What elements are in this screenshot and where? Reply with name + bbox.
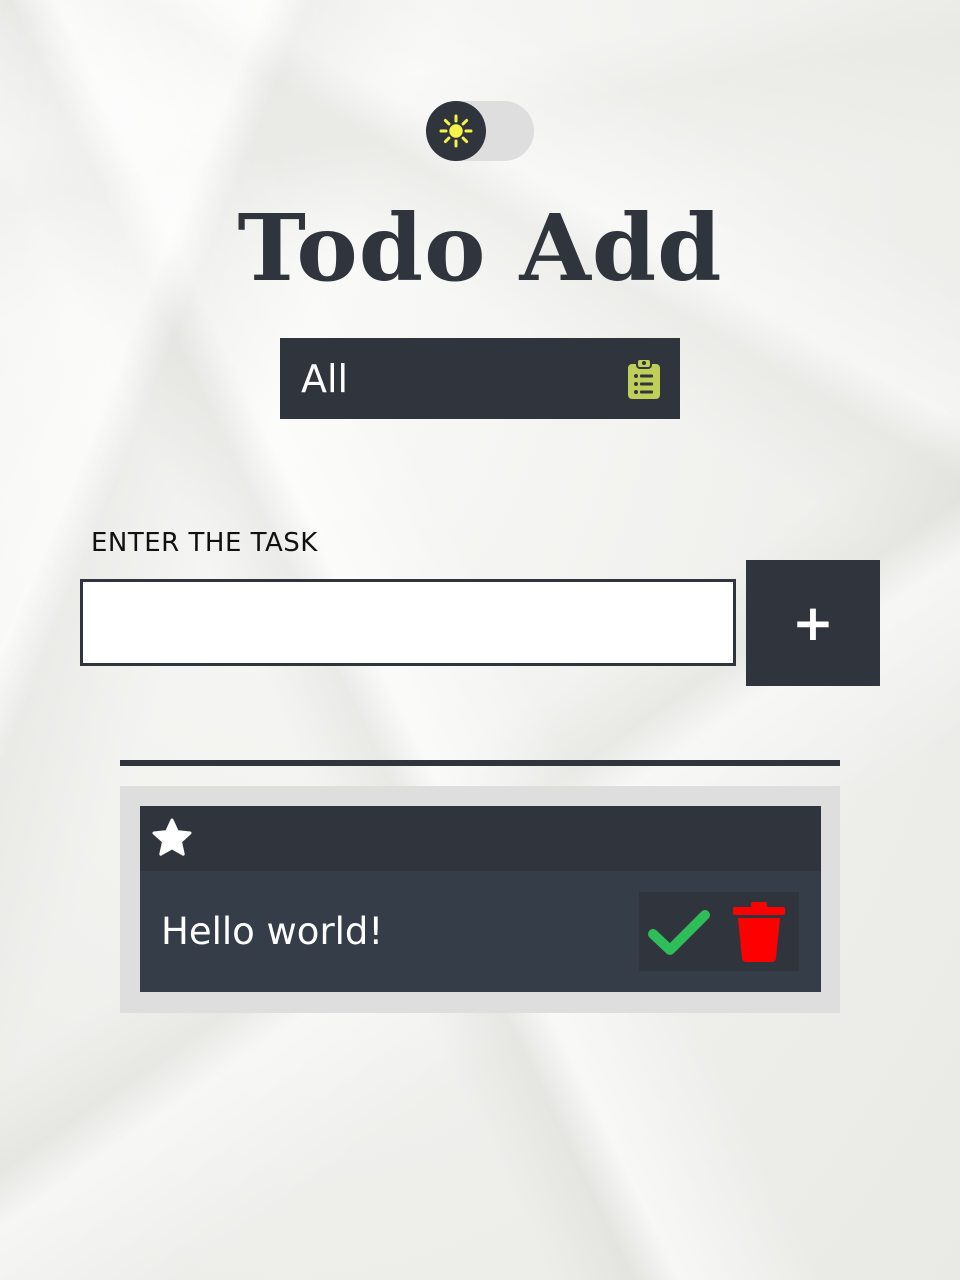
task-input-label: ENTER THE TASK [91,528,318,558]
check-icon [648,909,710,955]
delete-button[interactable] [719,892,799,971]
filter-selected-value: All [301,356,349,401]
add-task-button[interactable]: + [746,560,880,686]
page-title: Todo Add [237,194,723,302]
divider [120,760,840,766]
todo-item: Hello world! [140,806,821,992]
sun-icon [439,114,473,148]
filter-select[interactable]: All [280,338,680,419]
todo-item-header [140,806,821,871]
todo-text: Hello world! [161,910,384,953]
todo-list: Hello world! [120,786,840,1013]
todo-actions [639,892,799,971]
theme-toggle[interactable] [426,101,534,161]
star-icon[interactable] [150,817,194,861]
clipboard-list-icon [628,357,660,399]
trash-icon [733,901,785,962]
theme-toggle-knob[interactable] [426,101,486,161]
task-input[interactable] [80,579,736,666]
complete-button[interactable] [639,892,719,971]
todo-item-body: Hello world! [140,871,821,992]
